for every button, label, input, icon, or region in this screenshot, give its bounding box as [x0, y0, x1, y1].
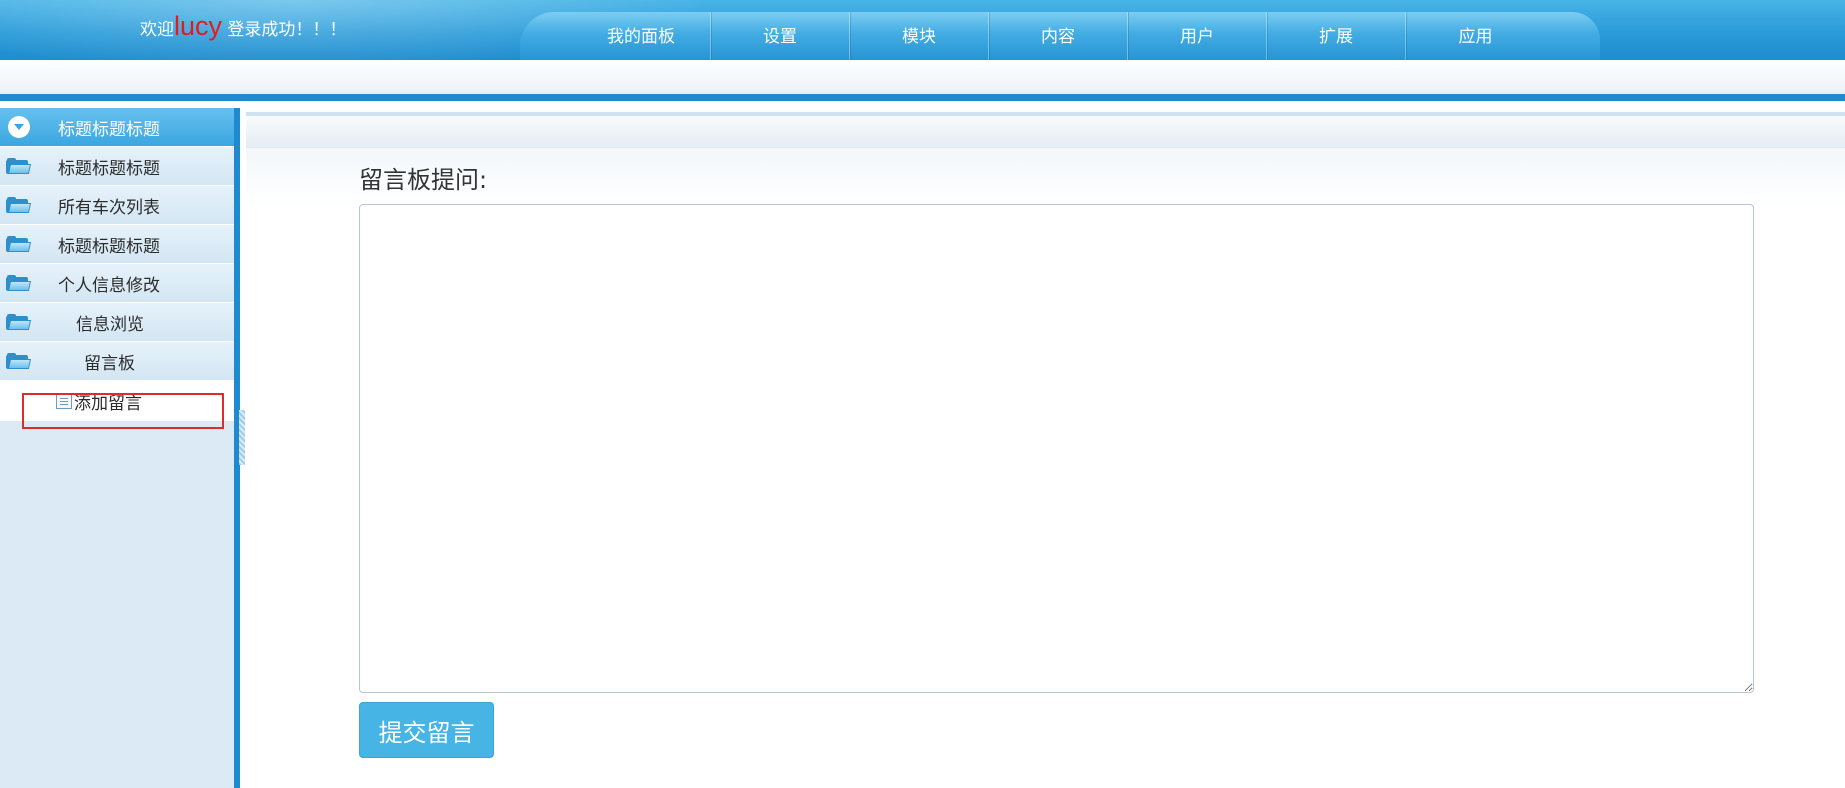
- sidebar-item-label: 标题标题标题: [58, 236, 160, 257]
- nav-item-apps[interactable]: 应用: [1406, 12, 1545, 60]
- sidebar-item-label: 标题标题标题: [58, 158, 160, 179]
- header-substrip: [0, 60, 1845, 101]
- highlight-box: [22, 393, 224, 429]
- sidebar-item-label: 信息浏览: [76, 314, 144, 335]
- sidebar-item-info-browse[interactable]: 信息浏览: [0, 303, 234, 342]
- sidebar-head[interactable]: 标题标题标题: [0, 108, 234, 147]
- username: lucy: [174, 11, 223, 41]
- nav-item-users[interactable]: 用户: [1128, 12, 1267, 60]
- message-textarea[interactable]: [359, 204, 1754, 693]
- nav-item-content[interactable]: 内容: [989, 12, 1128, 60]
- sidebar-head-label: 标题标题标题: [58, 119, 160, 140]
- folder-icon: [6, 274, 32, 292]
- nav-item-dashboard[interactable]: 我的面板: [572, 12, 711, 60]
- folder-icon: [6, 157, 32, 175]
- sidebar-item-profile-edit[interactable]: 个人信息修改: [0, 264, 234, 303]
- sidebar-resize-handle[interactable]: [239, 410, 245, 465]
- sidebar-item-title-2[interactable]: 标题标题标题: [0, 225, 234, 264]
- folder-icon: [6, 313, 32, 331]
- sidebar-item-label: 留言板: [84, 353, 135, 374]
- submit-message-button[interactable]: 提交留言: [359, 702, 494, 758]
- nav-item-settings[interactable]: 设置: [711, 12, 850, 60]
- nav-item-extensions[interactable]: 扩展: [1267, 12, 1406, 60]
- top-header: 欢迎lucy 登录成功！！！ 我的面板 设置 模块 内容 用户 扩展 应用: [0, 0, 1845, 60]
- welcome-message: 欢迎lucy 登录成功！！！: [140, 8, 346, 44]
- sidebar: 标题标题标题 标题标题标题 所有车次列表 标题标题标题 个人信息修改 信息浏览 …: [0, 108, 240, 788]
- sidebar-item-title-1[interactable]: 标题标题标题: [0, 147, 234, 186]
- sidebar-item-label: 个人信息修改: [58, 275, 160, 296]
- sidebar-item-train-list[interactable]: 所有车次列表: [0, 186, 234, 225]
- collapse-arrow-icon[interactable]: [8, 116, 30, 138]
- main-nav: 我的面板 设置 模块 内容 用户 扩展 应用: [520, 12, 1600, 60]
- folder-icon: [6, 352, 32, 370]
- folder-icon: [6, 235, 32, 253]
- nav-item-modules[interactable]: 模块: [850, 12, 989, 60]
- form-label: 留言板提问:: [359, 166, 488, 194]
- welcome-prefix: 欢迎: [140, 20, 174, 40]
- sidebar-item-label: 所有车次列表: [58, 197, 160, 218]
- folder-icon: [6, 196, 32, 214]
- sidebar-item-message-board[interactable]: 留言板: [0, 342, 234, 381]
- welcome-suffix: 登录成功！！！: [227, 20, 347, 40]
- main-top-strip: [246, 108, 1845, 148]
